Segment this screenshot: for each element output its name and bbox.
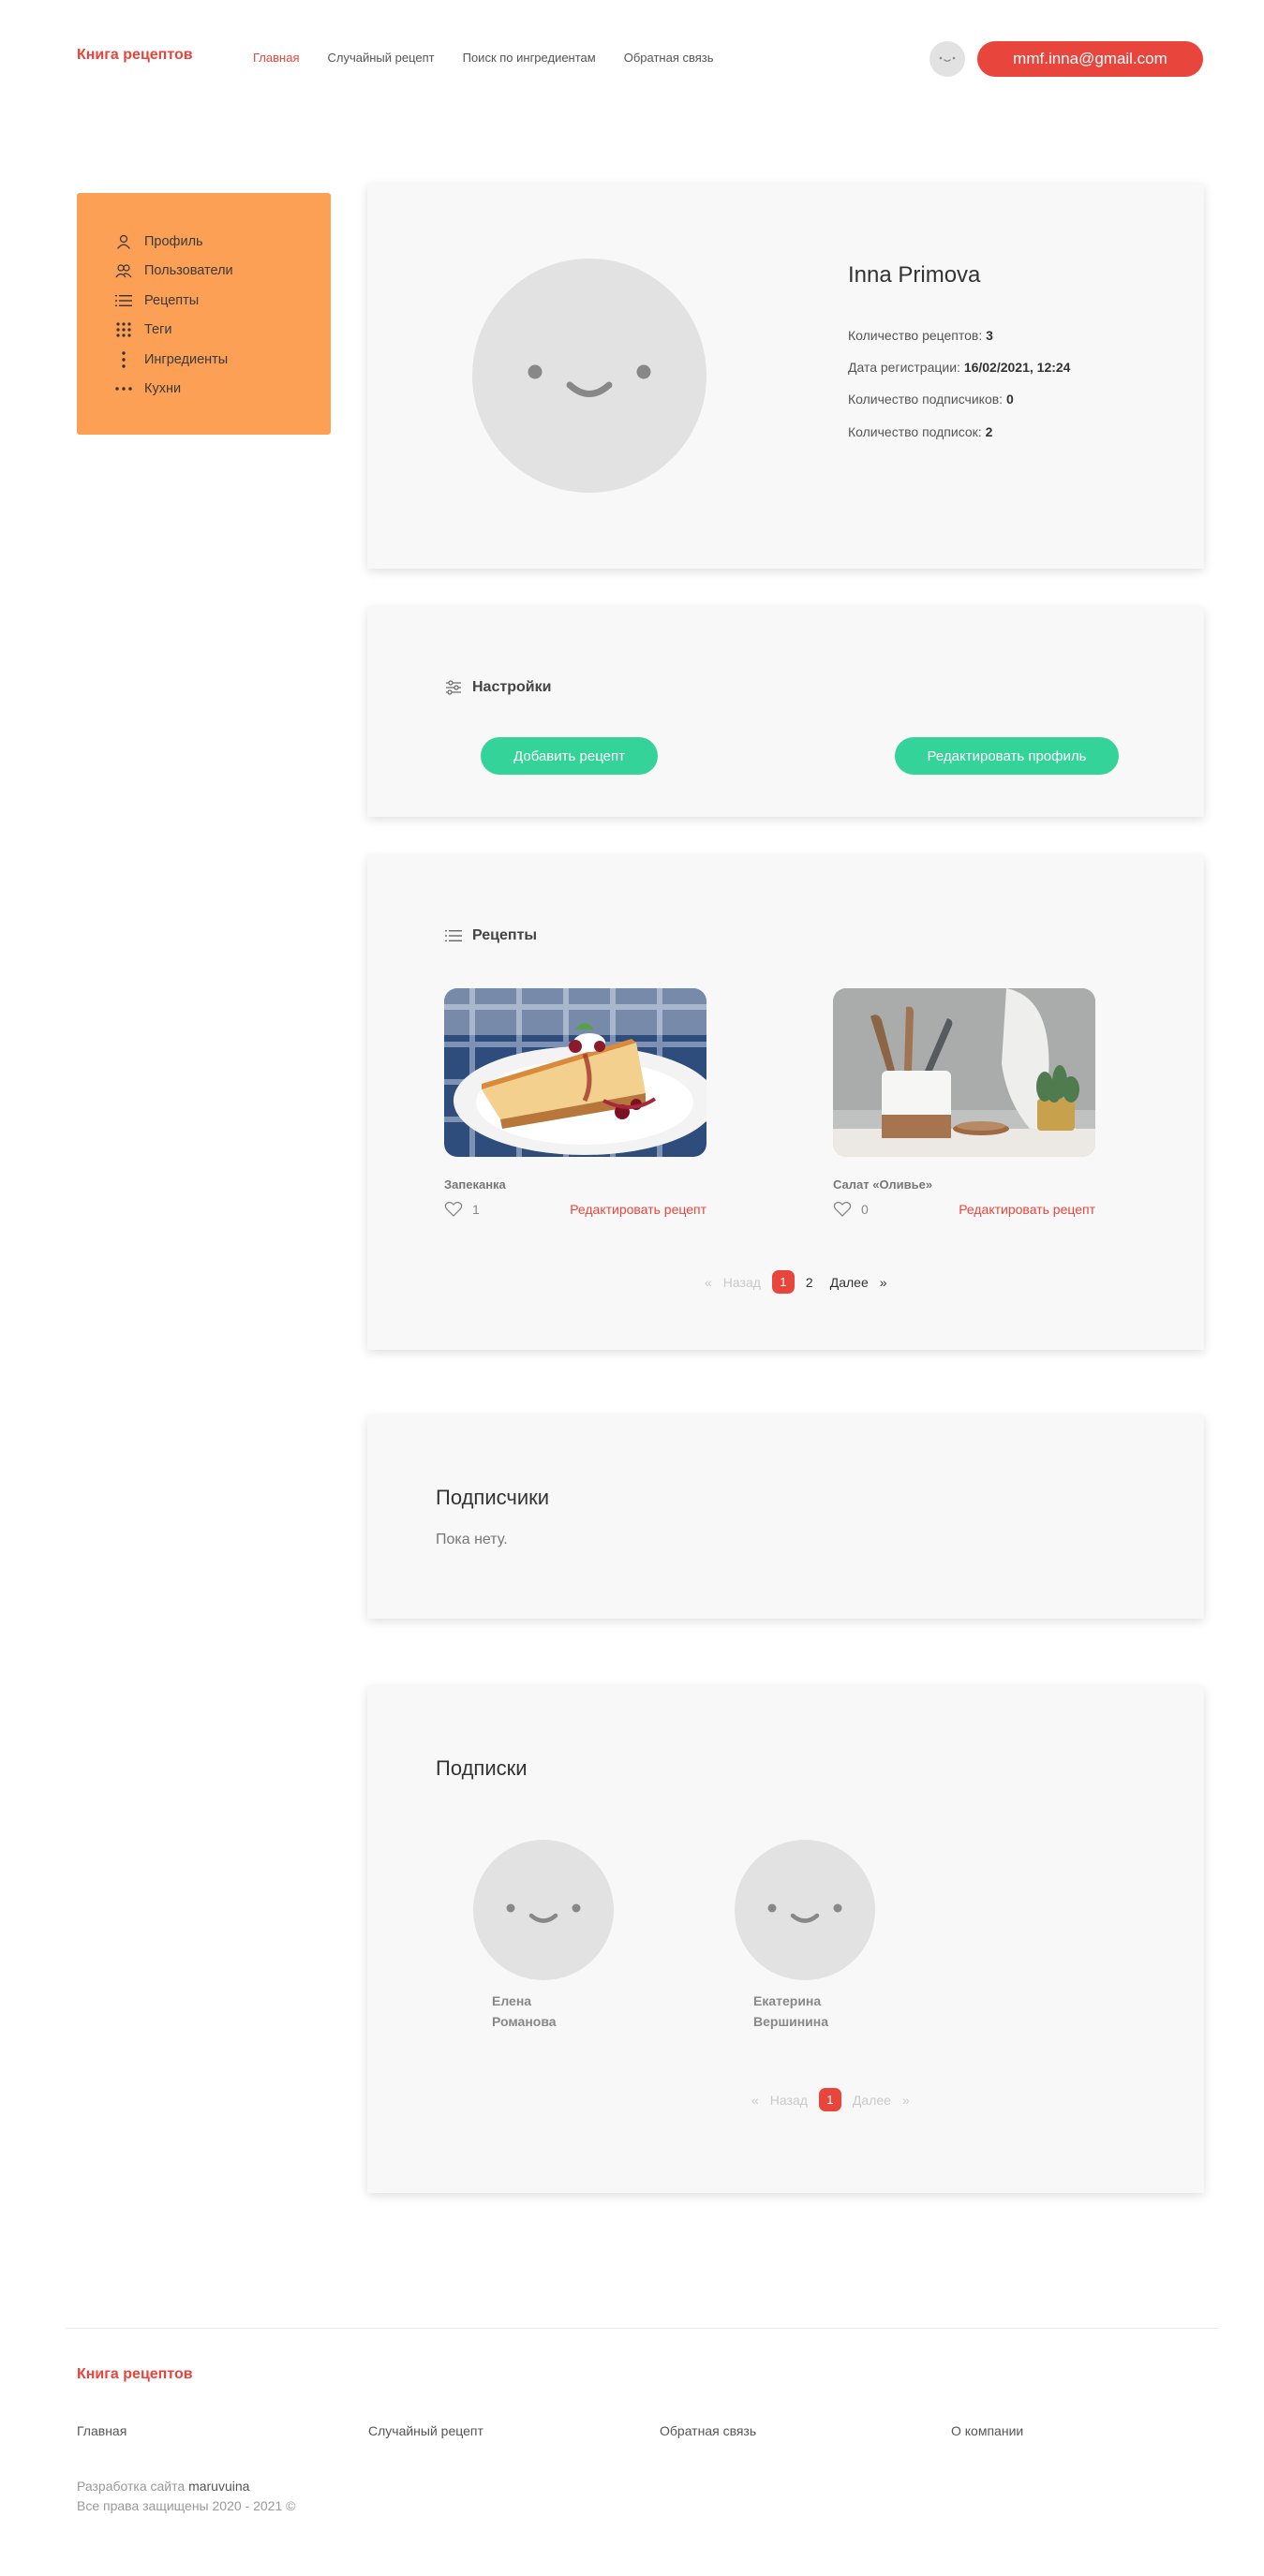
sidebar-item-label: Профиль — [144, 233, 203, 249]
brand-logo[interactable]: Книга рецептов — [77, 47, 193, 64]
recipe-image-olivier[interactable] — [833, 988, 1095, 1157]
recipes-card: Рецепты Запеканка 1 Редактировать рецепт… — [367, 855, 1204, 1350]
user-email-button[interactable]: mmf.inna@gmail.com — [977, 41, 1203, 77]
settings-title: Настройки — [444, 678, 551, 697]
sidebar-item-label: Рецепты — [144, 292, 200, 308]
settings-card: Настройки Добавить рецепт Редактировать … — [367, 607, 1204, 817]
subscription-user-name[interactable]: Елена Романова — [492, 1991, 595, 2032]
sidebar-item-label: Пользователи — [144, 263, 233, 279]
footer-link-random-recipe[interactable]: Случайный рецепт — [368, 2423, 483, 2438]
stat-subscribers-count: Количество подписчиков: 0 — [848, 392, 1014, 407]
user-icon — [114, 232, 133, 251]
user-avatar[interactable] — [929, 41, 965, 77]
profile-name: Inna Primova — [848, 262, 981, 288]
sidebar-item-label: Ингредиенты — [144, 351, 229, 367]
sidebar-item-tags[interactable]: Теги — [114, 316, 331, 346]
recipes-pagination: « Назад 1 2 Далее » — [705, 1270, 887, 1294]
footer-copyright: Все права защищены 2020 - 2021 © — [77, 2498, 296, 2513]
sidebar-item-profile[interactable]: Профиль — [114, 227, 331, 257]
footer-link-about[interactable]: О компании — [951, 2423, 1023, 2438]
edit-profile-button[interactable]: Редактировать профиль — [895, 737, 1119, 775]
pager-page[interactable]: 2 — [806, 1275, 813, 1290]
list-icon — [444, 926, 463, 945]
grid-dots-icon — [114, 320, 133, 339]
sidebar-item-label: Теги — [144, 322, 172, 338]
pager-page-current[interactable]: 1 — [771, 1270, 795, 1294]
pager-next-arrow: » — [901, 2092, 910, 2108]
main-nav: Главная Случайный рецепт Поиск по ингред… — [253, 51, 714, 65]
footer-brand[interactable]: Книга рецептов — [77, 2366, 193, 2383]
sidebar-item-label: Кухни — [144, 381, 182, 397]
nav-random-recipe[interactable]: Случайный рецепт — [327, 51, 434, 65]
likes-counter[interactable]: 0 — [833, 1201, 869, 1218]
recipe-title[interactable]: Запеканка — [444, 1177, 706, 1192]
subscription-avatar[interactable] — [473, 1840, 614, 1980]
recipe-image-casserole[interactable] — [444, 988, 706, 1157]
likes-counter[interactable]: 1 — [444, 1201, 480, 1218]
recipes-title: Рецепты — [444, 926, 537, 945]
recipe-card: Салат «Оливье» 0 Редактировать рецепт — [833, 988, 1095, 1218]
nav-home[interactable]: Главная — [253, 51, 299, 65]
smiley-icon — [506, 1903, 581, 1923]
sidebar-item-recipes[interactable]: Рецепты — [114, 286, 331, 316]
stat-recipes-count: Количество рецептов: 3 — [848, 328, 993, 343]
pager-prev-arrow: « — [705, 1274, 712, 1290]
subscription-avatar[interactable] — [735, 1840, 875, 1980]
subscribers-title: Подписчики — [436, 1486, 550, 1509]
footer-link-home[interactable]: Главная — [77, 2423, 126, 2438]
sidebar-item-ingredients[interactable]: Ингредиенты — [114, 345, 331, 375]
subscriptions-pagination: « Назад 1 Далее » — [751, 2088, 910, 2111]
header: Книга рецептов Главная Случайный рецепт … — [0, 0, 1264, 116]
subscribers-empty-text: Пока нету. — [436, 1532, 508, 1547]
pager-prev: Назад — [769, 2092, 808, 2108]
pager-prev-arrow: « — [751, 2092, 759, 2108]
pager-next-arrow[interactable]: » — [880, 1275, 887, 1290]
sidebar-item-cuisines[interactable]: Кухни — [114, 375, 331, 405]
stat-subscriptions-count: Количество подписок: 2 — [848, 424, 993, 439]
nav-ingredient-search[interactable]: Поиск по ингредиентам — [463, 51, 596, 65]
pager-next: Далее — [852, 2092, 891, 2108]
subscriptions-title: Подписки — [436, 1756, 528, 1780]
pager-next[interactable]: Далее — [830, 1275, 869, 1290]
nav-feedback[interactable]: Обратная связь — [624, 51, 714, 65]
subscribers-card: Подписчики Пока нету. — [367, 1415, 1204, 1619]
profile-card: Inna Primova Количество рецептов: 3 Дата… — [367, 184, 1204, 569]
edit-recipe-link[interactable]: Редактировать рецепт — [959, 1202, 1095, 1217]
footer-developer: Разработка сайта maruvuina — [77, 2479, 250, 2494]
add-recipe-button[interactable]: Добавить рецепт — [481, 737, 658, 775]
sidebar-item-users[interactable]: Пользователи — [114, 257, 331, 287]
heart-icon — [833, 1201, 852, 1217]
vertical-dots-icon — [114, 350, 133, 369]
developer-link[interactable]: maruvuina — [188, 2479, 249, 2494]
footer-divider — [66, 2328, 1218, 2329]
smiley-icon — [939, 56, 956, 62]
sliders-icon — [444, 678, 463, 697]
pager-prev: Назад — [722, 1274, 761, 1290]
subscription-user-name[interactable]: Екатерина Вершинина — [753, 1991, 856, 2032]
pager-page-current[interactable]: 1 — [818, 2088, 841, 2111]
stat-registration-date: Дата регистрации: 16/02/2021, 12:24 — [848, 360, 1071, 375]
smiley-icon — [528, 364, 651, 397]
recipe-title[interactable]: Салат «Оливье» — [833, 1177, 1095, 1192]
edit-recipe-link[interactable]: Редактировать рецепт — [570, 1202, 706, 1217]
heart-icon — [444, 1201, 463, 1217]
sidebar: Профиль Пользователи Рецепты Теги Ингред… — [77, 193, 331, 435]
footer-link-feedback[interactable]: Обратная связь — [660, 2423, 756, 2438]
users-icon — [114, 261, 133, 280]
subscriptions-card: Подписки Елена Романова Екатерина Вершин… — [367, 1686, 1204, 2193]
profile-avatar — [472, 259, 706, 493]
list-icon — [114, 291, 133, 310]
horizontal-dots-icon — [114, 379, 133, 398]
smiley-icon — [767, 1903, 842, 1923]
recipe-card: Запеканка 1 Редактировать рецепт — [444, 988, 706, 1218]
